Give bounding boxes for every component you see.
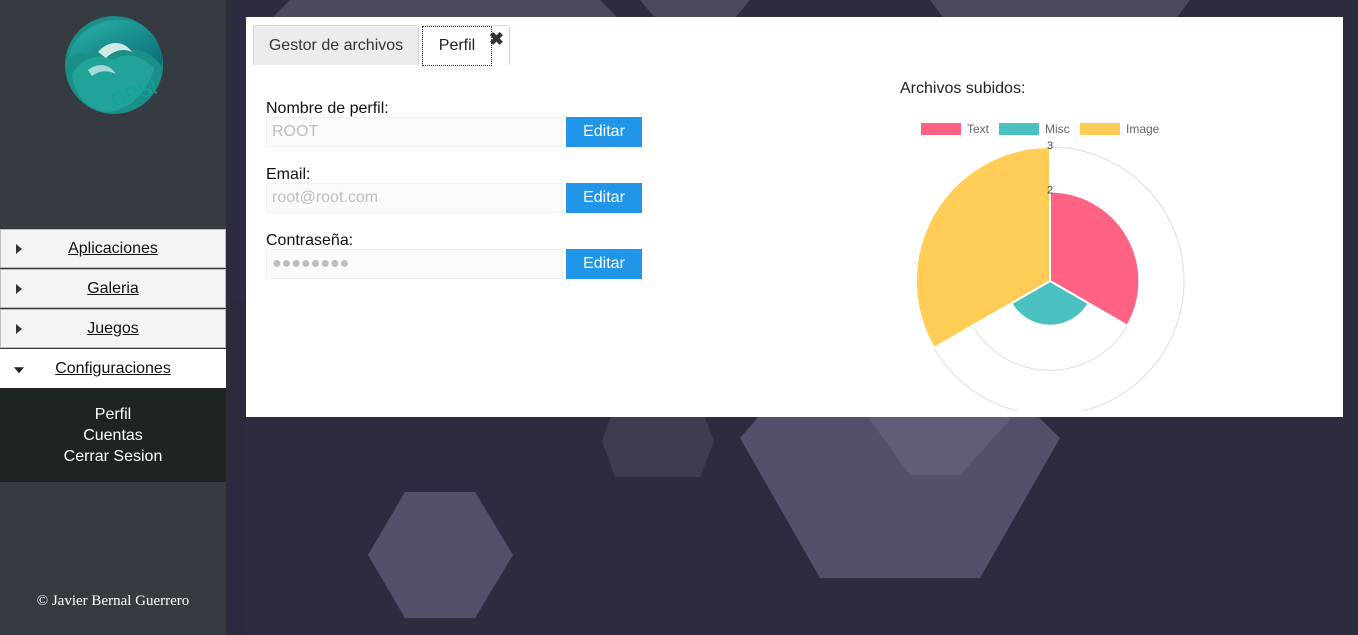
- profile-panel: Gestor de archivos Perfil ✖ Nombre de pe…: [246, 17, 1343, 417]
- sidebar-item-configuraciones[interactable]: Configuraciones: [0, 349, 226, 388]
- tab-label: Perfil: [421, 25, 493, 66]
- email-label: Email:: [266, 166, 311, 183]
- tab-perfil[interactable]: Perfil ✖: [421, 25, 510, 66]
- submenu-item-cuentas[interactable]: Cuentas: [83, 425, 143, 446]
- caret-down-icon: [14, 366, 24, 373]
- close-icon[interactable]: ✖: [489, 29, 504, 50]
- sidebar-item-aplicaciones[interactable]: Aplicaciones: [0, 229, 226, 268]
- copyright-text: © Javier Bernal Guerrero: [36, 593, 190, 609]
- chart-title: Archivos subidos:: [900, 80, 1026, 97]
- tab-gestor-de-archivos[interactable]: Gestor de archivos: [253, 25, 419, 65]
- profile-name-input[interactable]: [266, 117, 563, 147]
- radial-tick-label: 2: [1047, 185, 1053, 197]
- edit-password-button[interactable]: Editar: [566, 249, 642, 279]
- sidebar-item-label[interactable]: Juegos: [87, 320, 139, 338]
- tab-bar: Gestor de archivos Perfil ✖: [246, 17, 1343, 66]
- legend-swatch-misc[interactable]: [999, 123, 1039, 135]
- submenu-item-cerrar-sesion[interactable]: Cerrar Sesion: [64, 446, 163, 467]
- legend-swatch-image[interactable]: [1080, 123, 1120, 135]
- submenu-configuraciones: Perfil Cuentas Cerrar Sesion: [0, 388, 226, 482]
- edit-email-button[interactable]: Editar: [566, 183, 642, 213]
- sidebar: OPS! Aplicaciones Galeria Juegos Configu…: [0, 0, 228, 635]
- submenu-item-perfil[interactable]: Perfil: [95, 404, 131, 425]
- sidebar-item-label[interactable]: Configuraciones: [55, 360, 171, 378]
- radial-tick-label: 3: [1047, 140, 1053, 152]
- sidebar-item-label[interactable]: Galeria: [87, 280, 139, 298]
- profile-name-label: Nombre de perfil:: [266, 100, 389, 117]
- legend-label-text[interactable]: Text: [967, 122, 990, 136]
- sidebar-item-galeria[interactable]: Galeria: [0, 269, 226, 308]
- password-input[interactable]: [266, 249, 563, 279]
- caret-right-icon: [16, 243, 22, 254]
- caret-right-icon: [16, 283, 22, 294]
- uploaded-files-polar-chart: Text Misc Image 3 2: [915, 122, 1185, 411]
- sidebar-item-juegos[interactable]: Juegos: [0, 309, 226, 348]
- sidebar-item-label[interactable]: Aplicaciones: [68, 240, 158, 258]
- legend-swatch-text[interactable]: [921, 123, 961, 135]
- password-label: Contraseña:: [266, 232, 354, 249]
- tab-label: Gestor de archivos: [268, 36, 404, 54]
- email-input[interactable]: [266, 183, 563, 213]
- caret-right-icon: [16, 323, 22, 334]
- legend-label-image[interactable]: Image: [1126, 122, 1160, 136]
- edit-profile-name-button[interactable]: Editar: [566, 117, 642, 147]
- legend-label-misc[interactable]: Misc: [1045, 122, 1070, 136]
- ops-logo: OPS!: [65, 16, 163, 114]
